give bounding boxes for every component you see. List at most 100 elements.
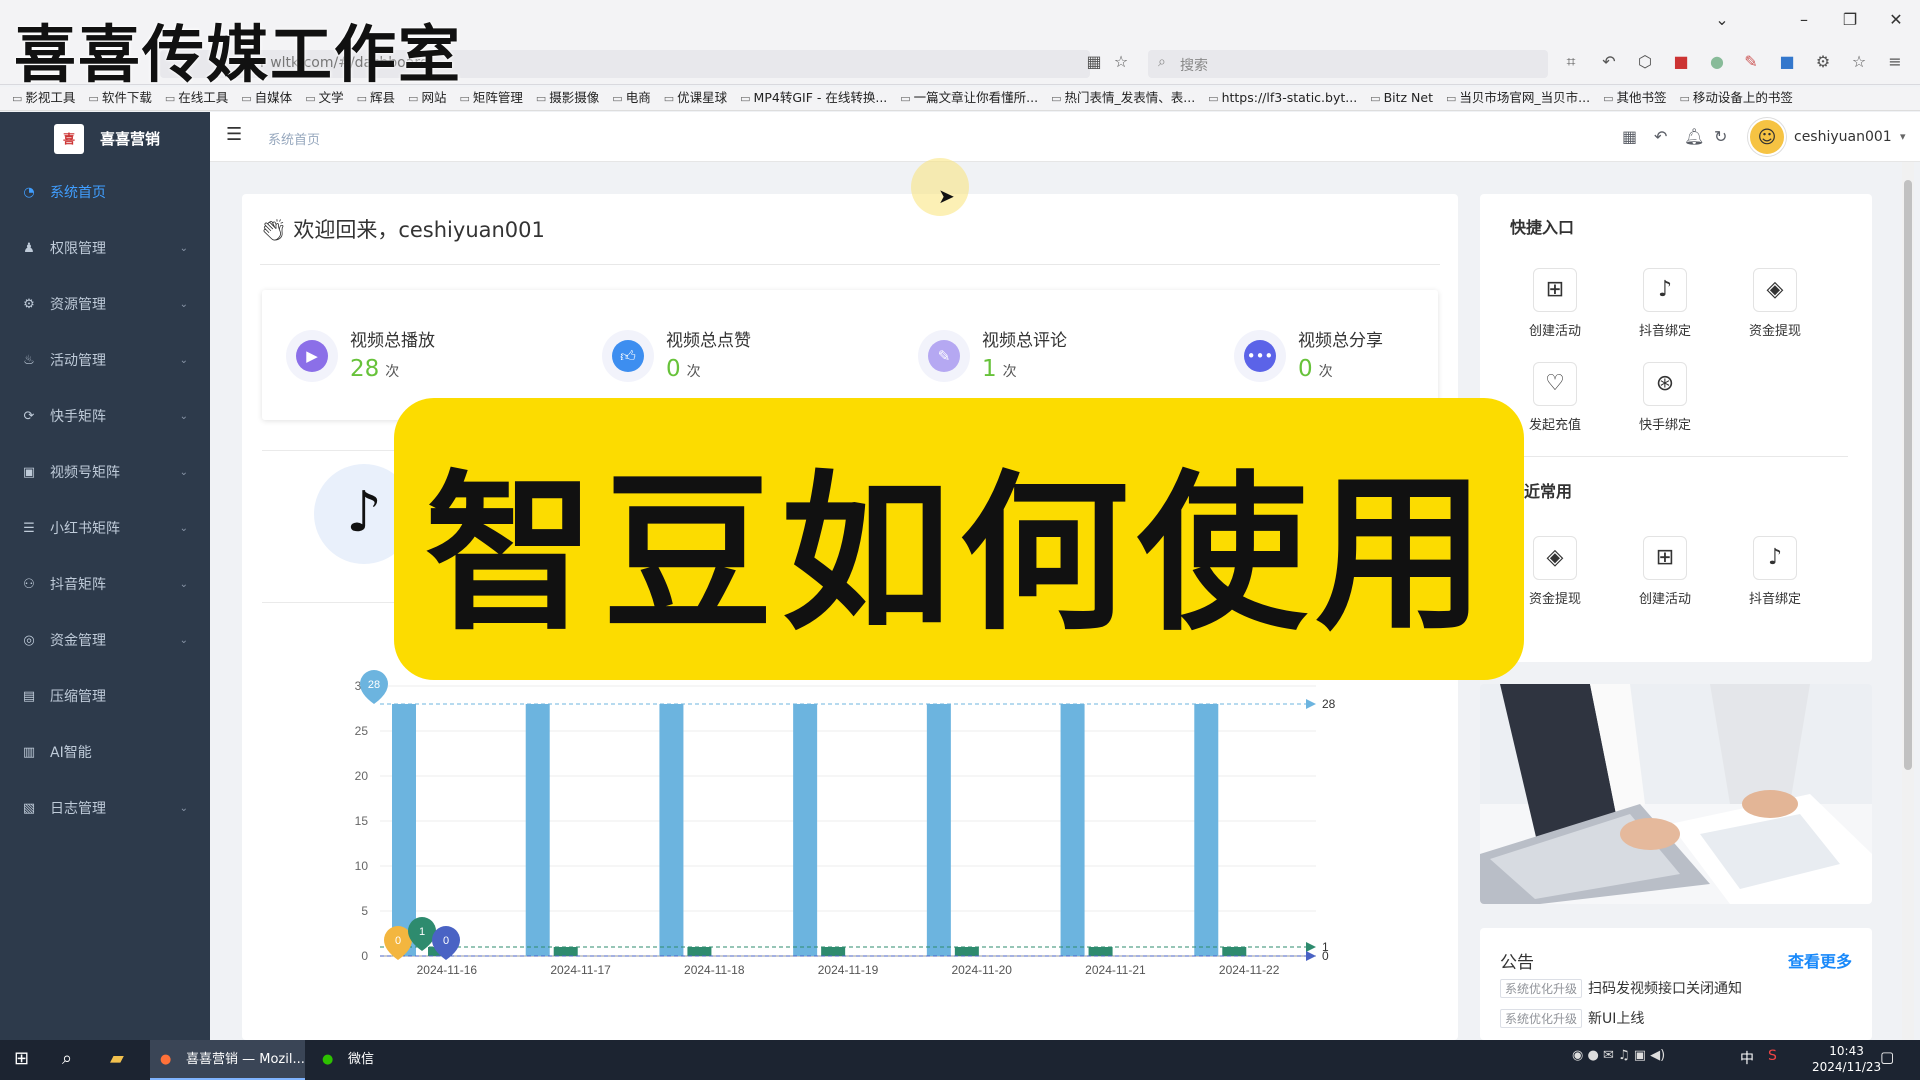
quick-entry-title: 快捷入口: [1510, 218, 1575, 237]
sidebar-item-9[interactable]: ▤ 压缩管理: [0, 668, 210, 724]
refresh-icon[interactable]: ↻: [1714, 127, 1727, 146]
quick-entry-create-activity[interactable]: ⊞ 创建活动: [1620, 536, 1710, 616]
username[interactable]: ceshiyuan001: [1794, 129, 1892, 145]
clap-icon: 👏︎: [260, 218, 294, 242]
quick-entry-tiktok-bind[interactable]: ♪ 抖音绑定: [1620, 268, 1710, 348]
sidebar-item-11[interactable]: ▧ 日志管理 ⌄: [0, 780, 210, 836]
crop-icon[interactable]: ⌗: [1560, 52, 1582, 72]
taskbar-firefox[interactable]: ● 喜喜营销 — Mozil...: [150, 1040, 305, 1080]
bell-icon[interactable]: 🔔︎: [1684, 127, 1704, 146]
sidebar-item-1[interactable]: ♟ 权限管理 ⌄: [0, 220, 210, 276]
windows-start-icon[interactable]: ⊞: [14, 1048, 29, 1069]
dropdown-icon[interactable]: ⌄: [1710, 10, 1734, 29]
brand[interactable]: 喜 喜喜营销: [0, 112, 210, 164]
chevron-down-icon: ⌄: [179, 578, 188, 590]
average-arrow: [1306, 942, 1316, 952]
sidebar-item-7[interactable]: ⚇ 抖音矩阵 ⌄: [0, 556, 210, 612]
search-icon: ⌕: [1158, 54, 1166, 70]
menu-toggle-icon[interactable]: ☰: [226, 124, 242, 145]
sidebar-item-0[interactable]: ◔ 系统首页: [0, 164, 210, 220]
scrollbar-thumb[interactable]: [1904, 180, 1912, 770]
chevron-down-icon: ⌄: [179, 354, 188, 366]
notice-item[interactable]: 系统优化升级 扫码发视频接口关闭通知: [1500, 978, 1742, 998]
quick-entry-tiktok-bind[interactable]: ♪ 抖音绑定: [1730, 536, 1820, 616]
quick-entry-kuaishou-bind[interactable]: ⊛ 快手绑定: [1620, 362, 1710, 442]
star-icon[interactable]: ☆: [1110, 52, 1132, 71]
bookmark-item[interactable]: 移动设备上的书签: [1680, 87, 1793, 110]
sidebar-item-label: 权限管理: [50, 241, 106, 257]
file-explorer-icon[interactable]: ▰: [110, 1048, 124, 1069]
search-icon[interactable]: ⌕: [62, 1048, 72, 1069]
banner-text: 智豆如何使用: [424, 456, 1493, 654]
extension-red-icon[interactable]: ■: [1670, 52, 1692, 71]
sidebar-item-label: 抖音矩阵: [50, 577, 106, 593]
quick-entry-withdraw[interactable]: ◈ 资金提现: [1730, 268, 1820, 348]
extension-green-icon[interactable]: ●: [1706, 52, 1728, 71]
bookmark-item[interactable]: 电商: [612, 87, 651, 110]
search-input[interactable]: ⌕ 搜索: [1148, 50, 1548, 78]
sidebar-item-10[interactable]: ▥ AI智能: [0, 724, 210, 780]
sidebar-item-4[interactable]: ⟳ 快手矩阵 ⌄: [0, 388, 210, 444]
restore-icon[interactable]: ❐: [1838, 10, 1862, 29]
quick-entry-create-activity[interactable]: ⊞ 创建活动: [1510, 268, 1600, 348]
sidebar-item-label: 资金管理: [50, 633, 106, 649]
marker-label: 0: [395, 935, 401, 947]
notification-icon[interactable]: ▢: [1880, 1048, 1894, 1066]
qr-code-icon[interactable]: ▦: [1622, 127, 1637, 146]
notice-item[interactable]: 系统优化升级 新UI上线: [1500, 1008, 1644, 1028]
sidebar-item-2[interactable]: ⚙ 资源管理 ⌄: [0, 276, 210, 332]
tray-icons[interactable]: ◉ ● ✉ ♫ ▣ ◀): [1572, 1048, 1665, 1063]
quick-entry-recharge[interactable]: ♡ 发起充值: [1510, 362, 1600, 442]
settings-icon[interactable]: ⚙: [1812, 52, 1834, 71]
qr-icon[interactable]: ▦: [1083, 52, 1105, 71]
y-tick-label: 5: [361, 904, 368, 918]
bookmark-item[interactable]: https://lf3-static.byt...: [1208, 87, 1358, 110]
bookmark-item[interactable]: 热门表情_发表情、表...: [1051, 87, 1196, 110]
y-tick-label: 15: [355, 814, 369, 828]
taskbar-wechat[interactable]: ● 微信: [312, 1040, 462, 1080]
sidebar-item-8[interactable]: ◎ 资金管理 ⌄: [0, 612, 210, 668]
sogou-icon[interactable]: S: [1768, 1048, 1777, 1064]
close-icon[interactable]: ✕: [1884, 10, 1908, 29]
sidebar-item-6[interactable]: ☰ 小红书矩阵 ⌄: [0, 500, 210, 556]
avatar[interactable]: ☺: [1748, 118, 1786, 156]
bookmark-item[interactable]: 当贝市场官网_当贝市...: [1446, 87, 1590, 110]
bookmark-item[interactable]: 摄影摄像: [536, 87, 599, 110]
average-label: 0: [1322, 949, 1329, 963]
bookmark-item[interactable]: 其他书签: [1603, 87, 1667, 110]
sidebar-item-5[interactable]: ▣ 视频号矩阵 ⌄: [0, 444, 210, 500]
clock[interactable]: 10:43 2024/11/23: [1812, 1043, 1881, 1075]
create-activity-icon: ⊞: [1643, 536, 1687, 580]
undo-icon[interactable]: ↶: [1598, 52, 1620, 71]
bookmark-item[interactable]: MP4转GIF - 在线转换...: [740, 87, 888, 110]
breadcrumb[interactable]: 系统首页: [268, 129, 320, 148]
sidebar-item-label: 资源管理: [50, 297, 106, 313]
menu-icon[interactable]: ≡: [1884, 52, 1906, 71]
shuffle-icon: ⟳: [23, 408, 35, 424]
dashboard-icon: ◔: [23, 184, 35, 200]
gear-icon: ⚙: [23, 296, 35, 312]
extension-blue-icon[interactable]: ■: [1776, 52, 1798, 71]
sidebar-item-label: 压缩管理: [50, 689, 106, 705]
bar: [954, 947, 979, 956]
bookmark-item[interactable]: Bitz Net: [1370, 87, 1433, 110]
kuaishou-bind-icon: ⊛: [1643, 362, 1687, 406]
bookmark-item[interactable]: 优课星球: [664, 87, 727, 110]
ime-indicator[interactable]: 中: [1740, 1048, 1754, 1068]
extensions-icon[interactable]: ☆: [1848, 52, 1870, 71]
minimize-icon[interactable]: –: [1792, 10, 1816, 29]
stat-card: ••• 视频总分享 0 次: [1210, 314, 1490, 394]
bookmark-item[interactable]: 一篇文章让你看懂所...: [900, 87, 1038, 110]
chevron-down-icon: ⌄: [179, 242, 188, 254]
back-icon[interactable]: ↶: [1654, 127, 1667, 146]
chevron-down-icon[interactable]: ▾: [1900, 130, 1906, 143]
extension-icon[interactable]: ⬡: [1634, 52, 1656, 71]
view-more-link[interactable]: 查看更多: [1788, 948, 1852, 972]
office-photo: [1480, 684, 1872, 904]
sidebar-item-3[interactable]: ♨ 活动管理 ⌄: [0, 332, 210, 388]
mouse-cursor-icon: ➤: [938, 184, 955, 208]
extension-pen-icon[interactable]: ✎: [1740, 52, 1762, 71]
y-tick-label: 25: [355, 724, 369, 738]
bookmark-item[interactable]: 矩阵管理: [459, 87, 523, 110]
welcome-message: 👏︎ 欢迎回来，ceshiyuan001: [260, 218, 545, 242]
